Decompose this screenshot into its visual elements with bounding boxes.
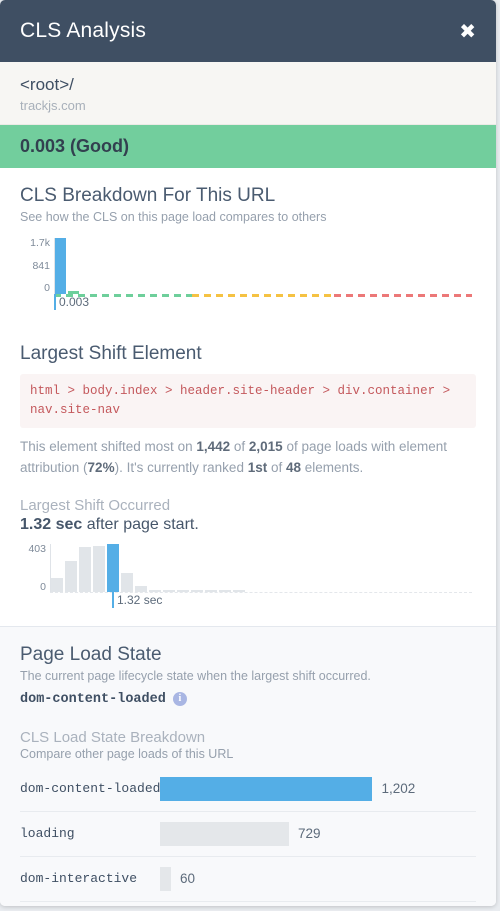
cls-bar xyxy=(55,237,66,294)
largest-shift-occurred-title: Largest Shift Occurred xyxy=(20,497,171,515)
element-description: This element shifted most on 1,442 of 2,… xyxy=(20,437,476,479)
largest-shift-occurred-block: Largest Shift Occurred 1.32 sec after pa… xyxy=(20,497,476,616)
table-row-bar-cell: 1,202 xyxy=(160,767,476,812)
desc-part-10: elements. xyxy=(301,460,364,476)
desc-rank: 1st xyxy=(247,460,268,476)
hist-ytick-1: 0 xyxy=(40,580,46,593)
table-row-count: 1,202 xyxy=(381,781,416,797)
hist-yaxis: 403 0 xyxy=(20,544,46,592)
hist-bar xyxy=(51,577,63,593)
cls-distribution-chart: 1.7k 841 0 0.003 xyxy=(20,238,476,316)
table-row-bar xyxy=(160,866,172,891)
page-title: CLS Analysis xyxy=(20,19,147,42)
cls-ytick-0: 1.7k xyxy=(30,236,50,249)
element-selector: html > body.index > header.site-header >… xyxy=(20,373,476,429)
url-host: trackjs.com xyxy=(20,98,86,114)
shift-time-suffix: after page start. xyxy=(82,516,199,534)
hist-plot xyxy=(50,544,472,593)
close-icon[interactable]: ✖ xyxy=(459,21,476,41)
table-row[interactable]: dom-content-loaded 1,202 xyxy=(20,767,476,812)
table-row-bar-cell: 729 xyxy=(160,811,476,856)
hist-bar xyxy=(121,572,133,593)
desc-percent: 72% xyxy=(87,460,115,476)
load-state-breakdown-table: dom-content-loaded 1,202 loading 729 dom-int… xyxy=(20,767,476,906)
cls-chart-bars xyxy=(55,237,472,294)
table-row-label: dom-interactive xyxy=(20,871,138,887)
table-row-label: complete xyxy=(20,901,160,906)
load-state-breakdown-title: CLS Load State Breakdown xyxy=(20,728,206,746)
largest-shift-element-section: Largest Shift Element html > body.index … xyxy=(0,326,496,626)
page-load-state-subtitle: The current page lifecycle state when th… xyxy=(20,668,371,683)
cls-breakdown-title: CLS Breakdown For This URL xyxy=(20,185,276,207)
table-row-count: 60 xyxy=(180,871,196,887)
page-load-state-value: dom-content-loaded xyxy=(20,691,166,707)
page-load-state-section: Page Load State The current page lifecyc… xyxy=(0,626,496,906)
hist-ytick-0: 403 xyxy=(28,543,46,556)
hist-marker xyxy=(112,592,114,609)
cls-breakdown-section: CLS Breakdown For This URL See how the C… xyxy=(0,168,496,326)
largest-shift-element-title: Largest Shift Element xyxy=(20,342,202,364)
hist-marker-label: 1.32 sec xyxy=(117,593,163,608)
modal-titlebar: CLS Analysis ✖ xyxy=(0,0,496,62)
table-row-bar xyxy=(160,821,289,846)
cls-analysis-modal: CLS Analysis ✖ <root>/ trackjs.com 0.003… xyxy=(0,0,496,906)
cls-chart-marker-label: 0.003 xyxy=(59,294,90,309)
desc-part-0: This element shifted most on xyxy=(20,439,197,455)
page-load-state-value-row: dom-content-loaded i xyxy=(20,692,476,707)
status-badge: 0.003 (Good) xyxy=(0,125,496,169)
desc-part-6: ). It's currently ranked xyxy=(114,460,248,476)
hist-bars xyxy=(51,544,472,593)
axis-zone-poor xyxy=(334,293,472,297)
table-row[interactable]: complete27 xyxy=(20,901,476,906)
table-row-bar-cell: 60 xyxy=(160,856,476,901)
load-state-breakdown-subtitle: Compare other page loads of this URL xyxy=(20,746,234,761)
desc-total-loads: 2,015 xyxy=(248,439,283,455)
desc-part-2: of xyxy=(230,439,249,455)
hist-bar xyxy=(93,546,105,593)
cls-ytick-1: 841 xyxy=(32,259,50,272)
url-header: <root>/ trackjs.com xyxy=(0,62,496,126)
url-path: <root>/ xyxy=(20,75,74,94)
table-row-bar xyxy=(160,776,373,801)
info-icon[interactable]: i xyxy=(172,692,187,707)
table-row-count: 729 xyxy=(298,826,321,842)
page-load-state-title: Page Load State xyxy=(20,644,162,666)
axis-zone-needs-improvement xyxy=(191,293,335,297)
hist-bar xyxy=(79,546,91,593)
table-row[interactable]: loading 729 xyxy=(20,811,476,857)
desc-shift-count: 1,442 xyxy=(196,439,231,455)
largest-shift-occurred-value: 1.32 sec after page start. xyxy=(20,516,476,534)
cls-chart-yaxis: 1.7k 841 0 xyxy=(20,238,50,294)
hist-bar xyxy=(107,544,119,593)
desc-part-8: of xyxy=(267,460,286,476)
cls-chart-plot xyxy=(54,237,472,294)
shift-time-value: 1.32 sec xyxy=(20,516,83,534)
table-row-label: loading xyxy=(20,826,75,842)
table-row-bar-cell: 27 xyxy=(160,901,476,906)
hist-bar xyxy=(65,561,77,593)
table-row-label: dom-content-loaded xyxy=(20,781,161,797)
cls-ytick-2: 0 xyxy=(44,282,50,295)
cls-breakdown-subtitle: See how the CLS on this page load compar… xyxy=(20,209,327,224)
desc-element-total: 48 xyxy=(285,460,302,476)
table-row[interactable]: dom-interactive 60 xyxy=(20,856,476,902)
cls-chart-marker xyxy=(54,293,56,310)
cls-chart-axis-zones xyxy=(54,293,472,297)
shift-time-histogram: 403 0 1.32 sec xyxy=(20,544,476,616)
